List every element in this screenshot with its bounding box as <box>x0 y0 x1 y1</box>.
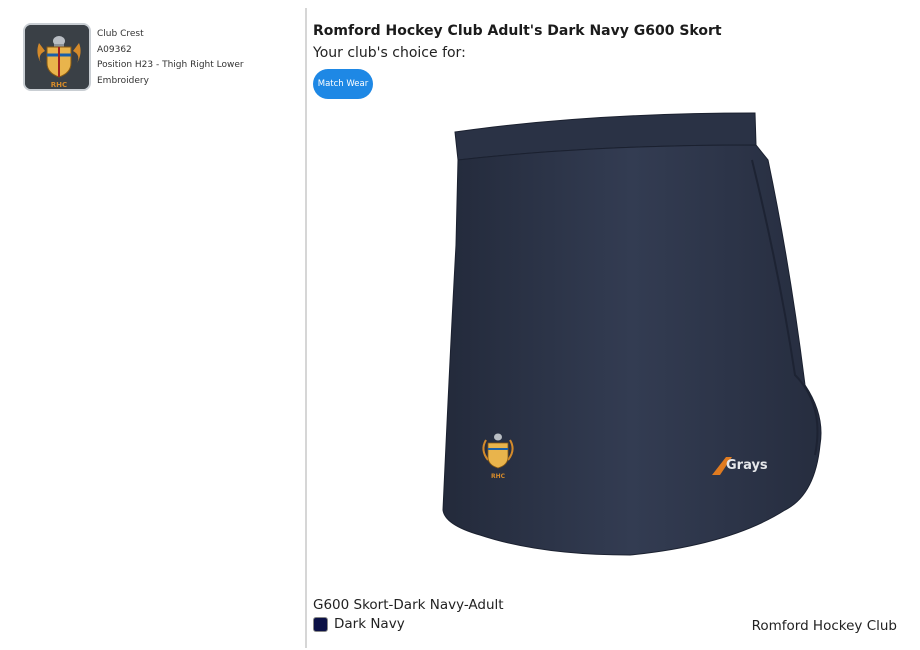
colour-option[interactable]: Dark Navy <box>313 616 405 632</box>
crest-letters: RHC <box>51 81 67 89</box>
colour-swatch[interactable] <box>313 616 328 632</box>
crest-method: Embroidery <box>97 75 149 86</box>
customisation-panel: RHC Club Crest A09362 Position H23 - Thi… <box>0 0 305 650</box>
club-name: Romford Hockey Club <box>751 618 897 634</box>
match-wear-badge[interactable]: Match Wear <box>313 69 373 99</box>
crest-name: Club Crest <box>97 29 144 39</box>
colour-label: Dark Navy <box>334 616 405 632</box>
panel-divider <box>305 8 307 648</box>
crest-position: Position H23 - Thigh Right Lower <box>97 60 244 70</box>
club-choice-text: Your club's choice for: <box>313 45 466 61</box>
variant-name: G600 Skort-Dark Navy-Adult <box>313 597 504 613</box>
skort-illustration: RHC Grays <box>442 112 822 556</box>
crest-details: Club Crest A09362 Position H23 - Thigh R… <box>97 27 287 89</box>
svg-text:RHC: RHC <box>491 473 506 480</box>
product-title: Romford Hockey Club Adult's Dark Navy G6… <box>313 23 722 39</box>
crest-code: A09362 <box>97 44 132 55</box>
svg-text:Grays: Grays <box>726 458 768 473</box>
club-crest-thumbnail[interactable]: RHC <box>23 23 91 91</box>
crest-icon: RHC <box>25 25 89 89</box>
product-image: RHC Grays <box>430 105 830 565</box>
